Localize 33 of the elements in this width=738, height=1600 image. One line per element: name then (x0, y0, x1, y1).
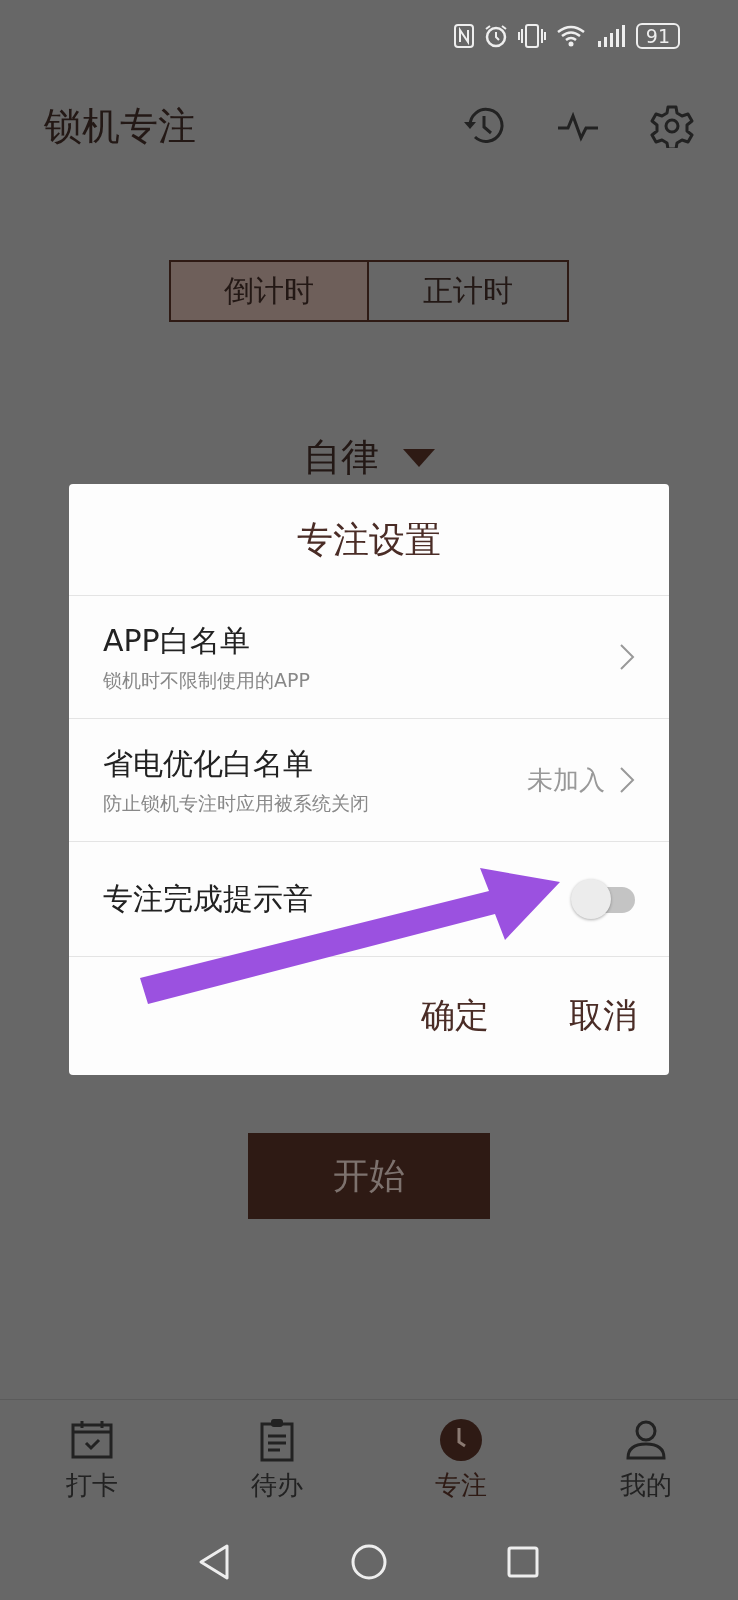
mode-tab[interactable]: 正计时 (369, 260, 569, 322)
nav-tab[interactable]: 我的 (553, 1400, 738, 1510)
clock-icon (439, 1418, 484, 1462)
row-subtitle: 锁机时不限制使用的APP (103, 667, 311, 693)
nav-tab[interactable]: 专注 (369, 1400, 554, 1510)
row-title: 省电优化白名单 (103, 744, 314, 783)
nfc-icon (453, 24, 474, 48)
row-title: APP白名单 (103, 621, 251, 660)
settings-row[interactable]: APP白名单 锁机时不限制使用的APP (69, 596, 669, 719)
signal-icon (595, 24, 626, 48)
settings-row[interactable]: 省电优化白名单 防止锁机专注时应用被系统关闭 未加入 (69, 719, 669, 842)
mode-tab[interactable]: 倒计时 (169, 260, 369, 322)
category-dropdown[interactable]: 自律 (303, 432, 379, 483)
dialog-button[interactable]: 取消 (569, 993, 637, 1039)
row-title: 专注完成提示音 (103, 879, 314, 918)
alarm-icon (483, 24, 508, 48)
caret-icon (403, 448, 435, 467)
settings-icon[interactable] (650, 104, 694, 148)
dialog-button[interactable]: 确定 (421, 993, 489, 1039)
nav-tab[interactable]: 待办 (184, 1400, 369, 1510)
row-subtitle: 防止锁机专注时应用被系统关闭 (103, 790, 370, 816)
dialog-title: 专注设置 (69, 484, 669, 596)
start-button[interactable]: 开始 (248, 1133, 490, 1219)
wifi-icon (555, 24, 586, 48)
app-title: 锁机专注 (44, 102, 197, 150)
nav-tab[interactable]: 打卡 (0, 1400, 185, 1510)
chevron-icon (619, 766, 635, 794)
vibrate-icon (517, 24, 546, 48)
toggle-switch[interactable] (571, 879, 635, 919)
row-value: 未加入 (527, 763, 605, 797)
calendar-check-icon (70, 1418, 115, 1462)
battery-level: 91 (635, 23, 680, 49)
chevron-icon (619, 643, 635, 671)
